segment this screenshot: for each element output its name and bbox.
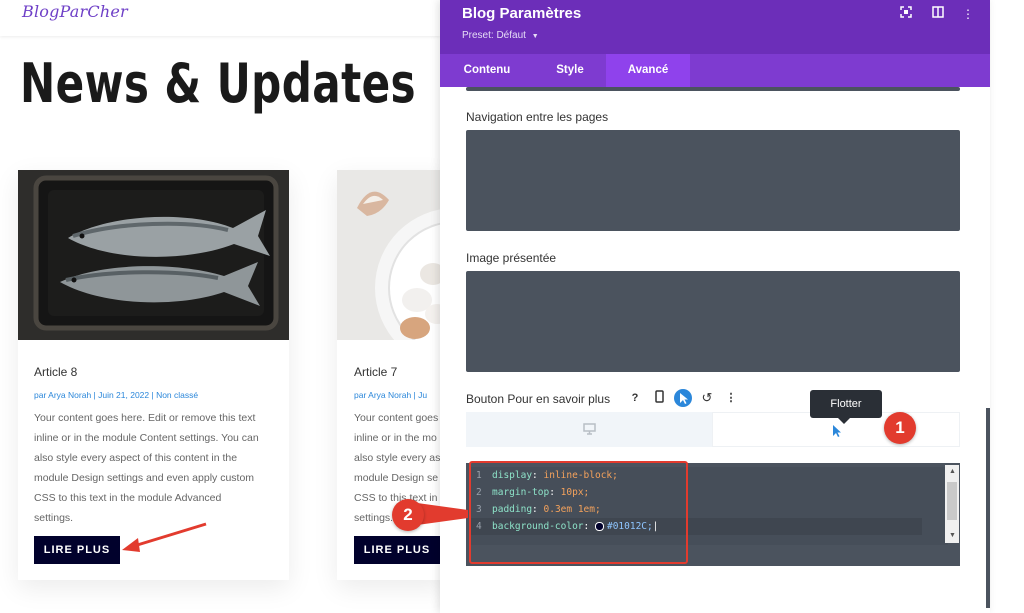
article-image-fish[interactable] [18,170,289,340]
scroll-down-icon[interactable]: ▼ [949,532,956,539]
desktop-icon [583,423,596,435]
excerpt-line: Your content goes [354,412,439,424]
section-label-navigation: Navigation entre les pages [466,110,609,124]
excerpt-line: CSS to this text in the module Advanced [34,492,222,504]
mobile-icon[interactable] [651,390,667,406]
css-field-previous[interactable] [466,87,960,91]
help-icon[interactable]: ? [627,390,643,406]
annotation-arrow-icon [122,522,207,552]
excerpt-line: inline or in the mo [354,432,437,444]
lire-plus-button[interactable]: LIRE PLUS [354,536,440,564]
split-view-icon[interactable] [930,6,946,22]
desktop-mode-tab[interactable] [466,412,712,447]
focus-icon[interactable] [898,6,914,22]
article-title[interactable]: Article 7 [354,365,397,379]
tab-style[interactable]: Style [534,54,606,87]
tooltip: Flotter [810,390,882,418]
panel-tabs: Contenu Style Avancé [440,54,990,87]
code-scrollbar-thumb[interactable] [947,482,957,520]
panel-title: Blog Paramètres [462,5,582,22]
excerpt-line: also style every as [354,452,441,464]
tab-contenu[interactable]: Contenu [440,54,534,87]
section-label-read-more: Bouton Pour en savoir plus [466,392,611,406]
hover-toggle-icon[interactable] [674,389,692,407]
article-meta[interactable]: par Arya Norah | Ju [354,390,427,400]
excerpt-line: also style every aspect of this content … [34,452,238,464]
annotation-highlight-box [469,461,688,564]
more-options-icon[interactable]: ⋮ [960,6,976,22]
page-title: News & Updates [20,52,417,115]
site-logo[interactable]: BlogParCher [22,2,128,21]
options-icon[interactable]: ⋮ [723,390,739,406]
article-image-eggs[interactable] [337,170,447,340]
cursor-icon [833,425,841,437]
eggs-bowl-image [337,170,447,340]
next-section-fade [466,596,546,608]
preset-label: Preset: Défaut [462,30,526,41]
caret-down-icon: ▼ [531,33,539,40]
css-field-navigation[interactable] [466,130,960,231]
excerpt-line: inline or in the module Content settings… [34,432,259,444]
lire-plus-button[interactable]: LIRE PLUS [34,536,120,564]
tab-avance[interactable]: Avancé [606,54,690,87]
css-field-featured-image[interactable] [466,271,960,372]
excerpt-line: module Design se [354,472,439,484]
reset-icon[interactable]: ↺ [699,390,715,406]
article-excerpt: Your content goes here. Edit or remove t… [34,408,284,528]
excerpt-line: Your content goes here. Edit or remove t… [34,412,256,424]
article-meta[interactable]: par Arya Norah | Juin 21, 2022 | Non cla… [34,390,198,400]
excerpt-line: module Design settings and even apply cu… [34,472,255,484]
tooltip-arrow [838,418,850,424]
preset-dropdown[interactable]: Preset: Défaut ▼ [462,30,539,41]
article-title[interactable]: Article 8 [34,365,77,379]
section-label-featured-image: Image présentée [466,251,557,265]
annotation-badge-1: 1 [884,412,916,444]
panel-scrollbar[interactable] [986,408,990,608]
annotation-badge-2: 2 [392,499,424,531]
fish-tray-image [18,170,289,340]
scroll-up-icon[interactable]: ▲ [949,468,956,475]
